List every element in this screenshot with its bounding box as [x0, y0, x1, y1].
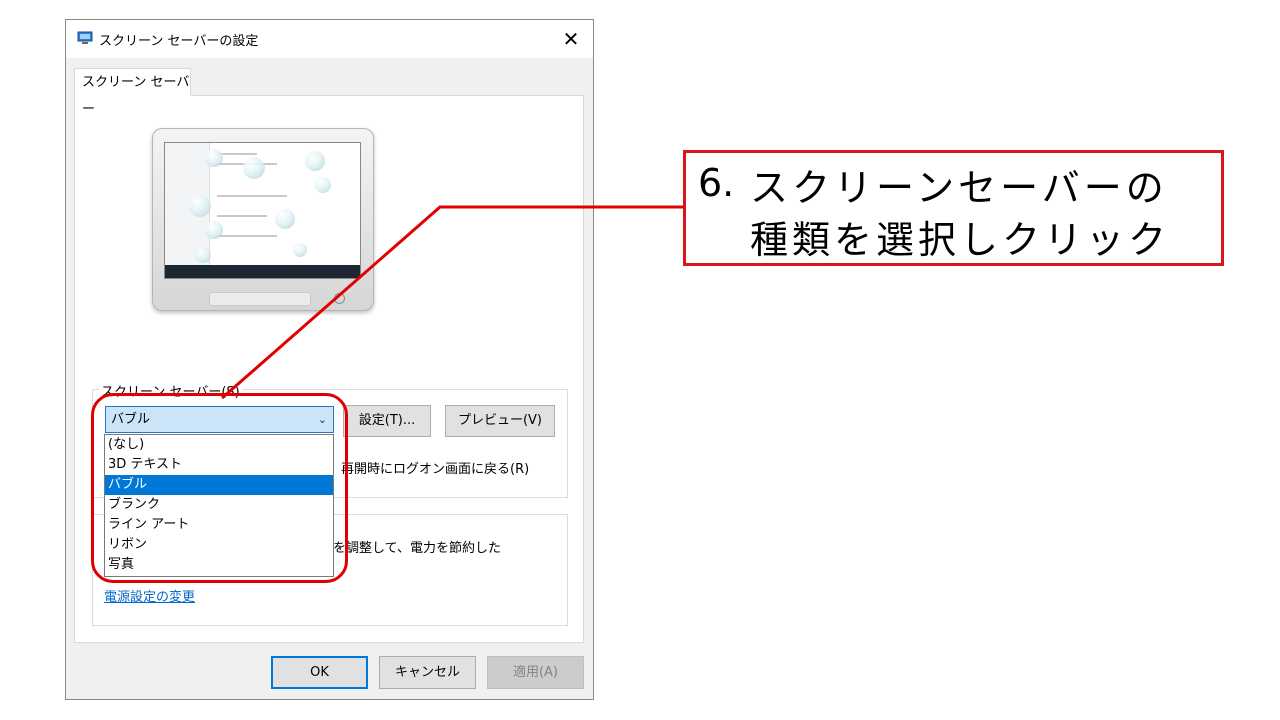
screensaver-dropdown-list: (なし) 3D テキスト バブル ブランク ライン アート リボン 写真: [104, 434, 334, 577]
screensaver-select[interactable]: バブル ⌄: [105, 406, 334, 433]
callout-text-line1: スクリーンセーバーの: [750, 166, 1168, 210]
preview-taskbar: [165, 265, 360, 278]
settings-button[interactable]: 設定(T)...: [343, 405, 431, 437]
preview-line: [217, 235, 277, 237]
bubble: [293, 243, 307, 257]
change-power-settings-link[interactable]: 電源設定の変更: [104, 586, 195, 605]
bubble: [205, 149, 223, 167]
bubble: [205, 221, 223, 239]
tab-screensaver[interactable]: スクリーン セーバー: [74, 68, 191, 117]
monitor-base: [209, 292, 311, 306]
bubble: [195, 247, 211, 263]
close-button[interactable]: ✕: [549, 20, 593, 58]
apply-button[interactable]: 適用(A): [487, 656, 584, 689]
bubble: [305, 151, 325, 171]
preview-line: [217, 153, 257, 155]
monitor-icon: [77, 31, 93, 44]
screensaver-group-label: スクリーン セーバー(S): [99, 381, 242, 400]
screensaver-select-value: バブル: [111, 412, 151, 427]
dialog-title: スクリーン セーバーの設定: [99, 34, 259, 49]
preview-line: [217, 195, 287, 197]
close-icon: ✕: [562, 27, 580, 51]
dropdown-option[interactable]: ライン アート: [105, 515, 333, 535]
bubble: [243, 157, 265, 179]
preview-button[interactable]: プレビュー(V): [445, 405, 555, 437]
cancel-button[interactable]: キャンセル: [379, 656, 476, 689]
dropdown-option[interactable]: 写真: [105, 555, 333, 575]
dropdown-option[interactable]: 3D テキスト: [105, 455, 333, 475]
preview-line: [217, 215, 267, 217]
dropdown-option[interactable]: ブランク: [105, 495, 333, 515]
bubble: [189, 195, 211, 217]
dropdown-option[interactable]: リボン: [105, 535, 333, 555]
dropdown-option-selected[interactable]: バブル: [105, 475, 333, 495]
bubble: [315, 177, 331, 193]
power-description: を調整して、電力を節約した: [333, 541, 501, 556]
dropdown-option[interactable]: (なし): [105, 435, 333, 455]
bubble: [275, 209, 295, 229]
chevron-down-icon: ⌄: [317, 413, 327, 426]
callout-text-line2: 種類を選択しクリック: [750, 218, 1171, 262]
preview-screen: [164, 142, 361, 279]
ok-button[interactable]: OK: [271, 656, 368, 689]
resume-logon-checkbox-label[interactable]: 再開時にログオン画面に戻る(R): [341, 458, 529, 477]
power-led-icon: [334, 293, 345, 304]
monitor-preview: [152, 128, 374, 311]
title-bar: スクリーン セーバーの設定 ✕: [66, 20, 593, 58]
annotation-callout: 6. スクリーンセーバーの 種類を選択しクリック: [683, 150, 1224, 266]
callout-step-number: 6.: [698, 161, 735, 205]
